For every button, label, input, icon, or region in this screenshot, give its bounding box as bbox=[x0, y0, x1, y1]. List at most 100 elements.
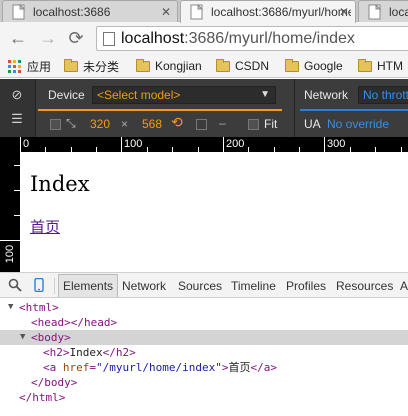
folder-icon bbox=[136, 58, 150, 72]
browser-tab[interactable]: localh bbox=[358, 0, 408, 22]
page-icon bbox=[103, 32, 115, 46]
toolbar-separator bbox=[294, 79, 295, 137]
forward-arrow-icon[interactable]: → bbox=[38, 28, 58, 48]
times-sign: × bbox=[121, 117, 129, 131]
inspect-search-icon[interactable] bbox=[8, 278, 22, 292]
dom-tag: <html> bbox=[19, 301, 59, 314]
apps-grid-icon bbox=[8, 59, 21, 73]
dom-tag: <a bbox=[43, 361, 63, 374]
ruler-label: 100 bbox=[4, 244, 16, 264]
back-arrow-icon[interactable]: ← bbox=[8, 28, 28, 48]
url-host: localhost bbox=[121, 29, 185, 47]
tab-timeline[interactable]: Timeline bbox=[231, 279, 276, 293]
rotate-checkbox[interactable] bbox=[50, 119, 61, 130]
tab-network[interactable]: Network bbox=[122, 279, 166, 293]
dom-text: 首页 bbox=[228, 361, 251, 374]
height-input[interactable]: 568 bbox=[142, 117, 162, 131]
dom-attr-value[interactable]: "/myurl/home/index" bbox=[96, 361, 222, 374]
tab-title: localhost:3686 bbox=[33, 4, 111, 19]
dom-node-html-close[interactable]: </html> bbox=[0, 390, 408, 405]
dom-tag: <head></head> bbox=[31, 316, 118, 329]
address-bar[interactable]: localhost:3686/myurl/home/index bbox=[96, 26, 408, 51]
apps-bookmark[interactable]: 应用 bbox=[8, 58, 51, 74]
dpr-dash: – bbox=[219, 116, 226, 130]
bookmark-label: HTM bbox=[377, 59, 403, 73]
device-select-value: <Select model> bbox=[97, 88, 181, 102]
page-icon bbox=[368, 3, 382, 19]
network-underline bbox=[300, 109, 408, 111]
tab-elements[interactable]: Elements bbox=[58, 274, 119, 297]
network-throttle-select[interactable]: No throttling bbox=[358, 86, 408, 104]
throttle-value: No throttling bbox=[363, 88, 408, 102]
bookmark-label: CSDN bbox=[235, 59, 270, 73]
reload-icon[interactable]: ⟳ bbox=[66, 28, 86, 48]
browser-toolbar: ← → ⟳ localhost:3686/myurl/home/index bbox=[0, 22, 408, 54]
vertical-ruler: 100 bbox=[0, 137, 20, 272]
bookmark-label: Kongjian bbox=[155, 59, 202, 73]
bookmark-folder[interactable]: 未分类 bbox=[64, 58, 119, 74]
block-icon[interactable]: ⊘ bbox=[9, 87, 25, 103]
device-underline bbox=[38, 109, 282, 111]
dom-node-head[interactable]: <head></head> bbox=[0, 315, 408, 330]
dom-node-a[interactable]: <a href="/myurl/home/index">首页</a> bbox=[0, 360, 408, 375]
tab-profiles[interactable]: Profiles bbox=[286, 279, 326, 293]
dom-tag: <body> bbox=[31, 331, 71, 344]
close-tab-icon[interactable]: ✕ bbox=[339, 5, 349, 19]
device-side-panel: ⊘ ☰ bbox=[0, 79, 36, 137]
device-model-select[interactable]: <Select model> ▼ bbox=[92, 86, 276, 104]
folder-icon bbox=[285, 58, 299, 72]
close-tab-icon[interactable]: ✕ bbox=[161, 5, 171, 19]
bookmark-folder[interactable]: CSDN bbox=[216, 58, 269, 74]
bookmark-label: Google bbox=[304, 59, 343, 73]
expand-triangle-icon[interactable]: ▼ bbox=[8, 300, 13, 315]
width-input[interactable]: 320 bbox=[90, 117, 110, 131]
ruler-tick bbox=[121, 137, 122, 152]
bookmark-label: 未分类 bbox=[83, 59, 120, 74]
rotate-icon[interactable]: ⤡ bbox=[66, 116, 76, 131]
dom-node-h2[interactable]: <h2>Index</h2> bbox=[0, 345, 408, 360]
dom-text: Index bbox=[69, 346, 103, 359]
dom-tag: <h2> bbox=[43, 346, 70, 359]
bookmark-folder[interactable]: HTM bbox=[358, 58, 403, 74]
tab-strip: localhost:3686 ✕ localhost:3686/myurl/ho… bbox=[0, 0, 408, 23]
ruler-tick bbox=[324, 137, 325, 152]
home-link[interactable]: 首页 bbox=[30, 216, 60, 237]
dom-tag: </h2> bbox=[102, 346, 136, 359]
fit-checkbox[interactable] bbox=[248, 119, 259, 130]
device-mode-icon[interactable] bbox=[32, 278, 46, 292]
ruler-label: 0 bbox=[23, 138, 30, 150]
dom-attr-name: href bbox=[62, 361, 90, 374]
bookmarks-bar: 应用 未分类 Kongjian CSDN Google HTM bbox=[0, 54, 408, 78]
chevron-down-icon: ▼ bbox=[260, 89, 270, 100]
page-icon bbox=[190, 4, 204, 20]
tab-resources[interactable]: Resources bbox=[336, 279, 393, 293]
elements-dom-tree: ▼ <html> <head></head> ▼ <body> <h2>Inde… bbox=[0, 298, 408, 416]
ruler-label: 200 bbox=[226, 138, 245, 150]
tab-title: localhost:3686/myurl/home/index bbox=[211, 5, 351, 19]
device-toolbar: ⊘ ☰ Device <Select model> ▼ ⤡ 320 × 568 … bbox=[0, 79, 408, 137]
browser-tab-active[interactable]: localhost:3686/myurl/home/index ✕ bbox=[180, 0, 356, 23]
emulated-viewport: Index 首页 bbox=[20, 152, 408, 272]
bookmark-folder[interactable]: Google bbox=[285, 58, 343, 74]
network-label: Network bbox=[304, 88, 349, 102]
expand-triangle-icon[interactable]: ▼ bbox=[20, 330, 25, 345]
tab-audits[interactable]: A bbox=[400, 279, 408, 293]
devtools-tab-bar: Elements Network Sources Timeline Profil… bbox=[0, 272, 408, 298]
ua-label: UA bbox=[304, 117, 321, 131]
swap-dimensions-icon[interactable]: ⟲ bbox=[171, 114, 183, 131]
folder-icon bbox=[358, 58, 372, 72]
dom-node-html[interactable]: ▼ <html> bbox=[0, 300, 408, 315]
ruler-tick bbox=[223, 137, 224, 152]
browser-tab[interactable]: localhost:3686 ✕ bbox=[2, 0, 178, 22]
screenshot-icon[interactable] bbox=[196, 119, 207, 130]
tab-sources[interactable]: Sources bbox=[178, 279, 222, 293]
tab-title: localh bbox=[389, 4, 408, 19]
settings-lines-icon[interactable]: ☰ bbox=[9, 111, 25, 127]
bookmark-folder[interactable]: Kongjian bbox=[136, 58, 202, 74]
dom-tag: </a> bbox=[250, 361, 277, 374]
dom-node-body-close[interactable]: </body> bbox=[0, 375, 408, 390]
page-icon bbox=[12, 3, 26, 19]
ua-override-input[interactable]: No override bbox=[327, 117, 389, 131]
dom-node-body[interactable]: ▼ <body> bbox=[0, 330, 408, 345]
tab-divider bbox=[54, 278, 55, 294]
